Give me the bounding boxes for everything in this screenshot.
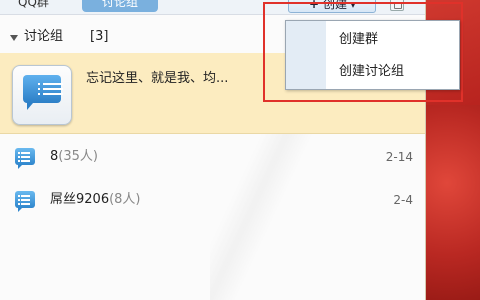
list-item[interactable]: 屌丝9206(8人) 2-4 (0, 188, 425, 212)
list-item-date: 2-4 (393, 193, 413, 207)
menu-item-create-group[interactable]: 创建群 (326, 25, 459, 55)
tab-qq-group[interactable]: QQ群 (12, 0, 55, 12)
selected-item-name: 忘记这里、就是我、均... (86, 71, 229, 86)
list-item-members: (8人) (109, 192, 141, 207)
menu-icon-gutter (286, 21, 326, 89)
discussion-icon (15, 191, 35, 212)
discussion-group-icon (12, 65, 72, 125)
list-item-name: 8(35人) (50, 149, 98, 164)
list-item[interactable]: 8(35人) 2-14 (0, 145, 425, 169)
list-item-members: (35人) (58, 149, 98, 164)
desktop-background-pattern (425, 105, 480, 300)
list-item-date: 2-14 (385, 150, 413, 164)
list-item-name: 屌丝9206(8人) (50, 192, 141, 207)
collapse-triangle-icon[interactable] (10, 35, 18, 41)
tab-discussion[interactable]: 讨论组 (82, 0, 158, 12)
create-dropdown-menu: 创建群 创建讨论组 (285, 20, 460, 90)
menu-item-create-discussion[interactable]: 创建讨论组 (326, 57, 459, 87)
group-title: 讨论组 (24, 29, 64, 44)
group-count: [3] (90, 29, 109, 44)
discussion-icon (15, 148, 35, 169)
